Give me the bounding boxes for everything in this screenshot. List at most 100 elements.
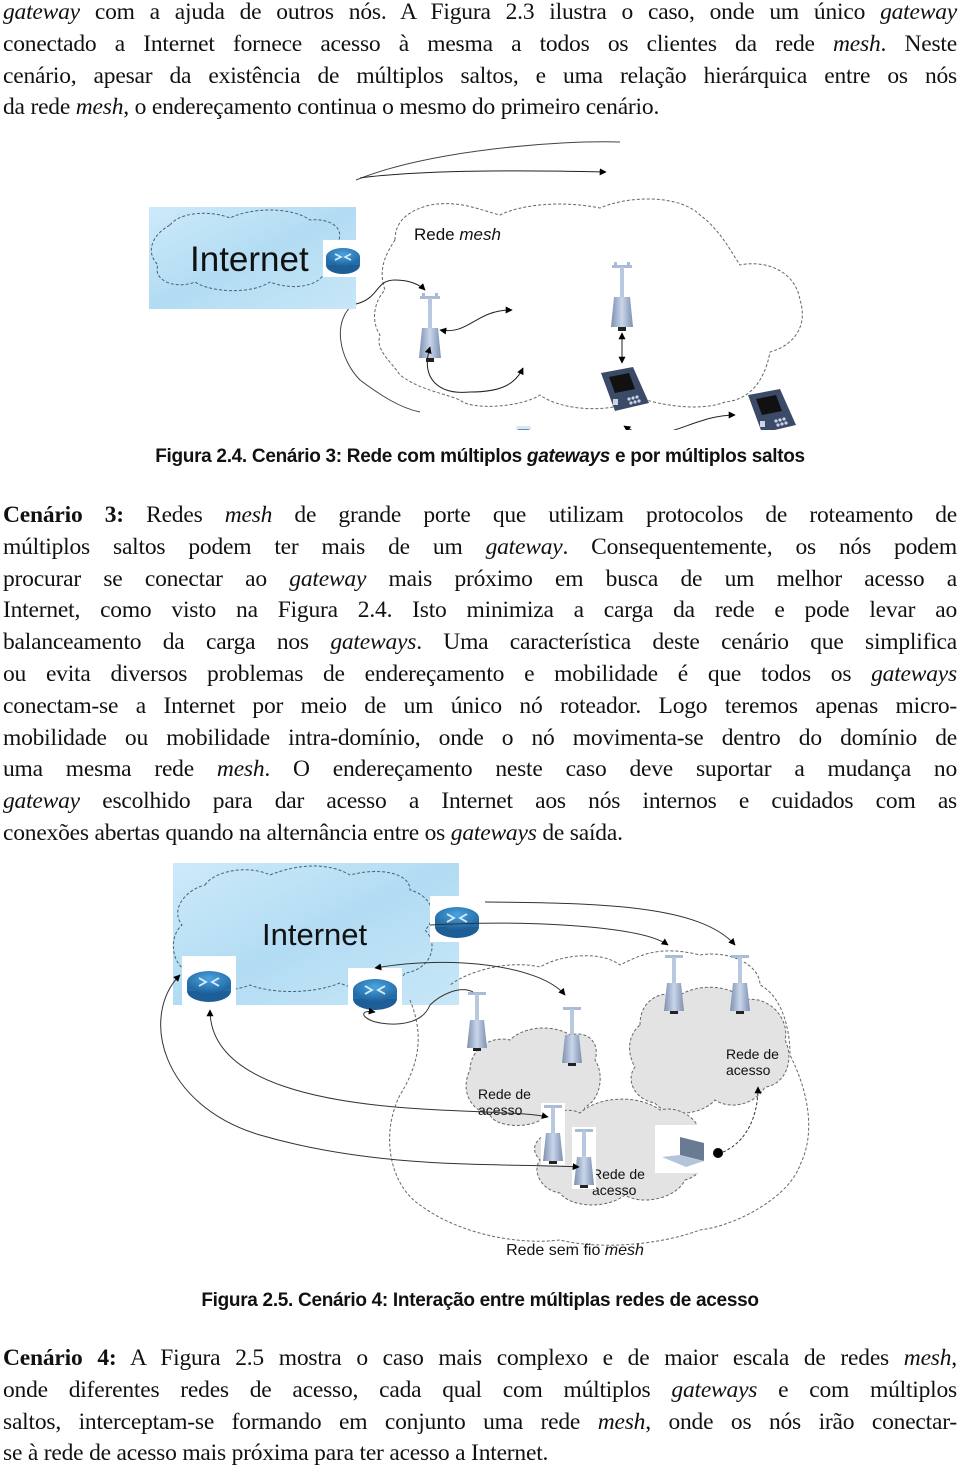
italic-term: gateway [880, 0, 957, 25]
italic-term: mesh [216, 756, 265, 783]
text-line: se à rede de acesso mais próxima para te… [3, 1438, 957, 1470]
text-run: escolhido para dar acesso a Internet aos… [79, 788, 957, 815]
access-network-label: acesso [726, 1062, 771, 1078]
text-run: saltos, interceptam-se formando em conju… [3, 1408, 598, 1435]
italic-term: mesh [597, 1408, 646, 1435]
italic-term: gateway [3, 788, 80, 815]
italic-term: gateways [330, 629, 417, 656]
node-dot [713, 1148, 723, 1158]
router-icon [430, 896, 484, 942]
tower-icon [730, 955, 750, 1014]
text-line: gateway escolhido para dar acesso a Inte… [3, 786, 957, 818]
text-run: procurar se conectar ao [3, 565, 290, 592]
caption-text: Figura 2.4. Cenário 3: Rede com múltiplo… [155, 446, 527, 467]
text-line: ou evita diversos problemas de endereçam… [3, 659, 957, 691]
text-line: mobilidade ou mobilidade intra-domínio, … [3, 723, 957, 755]
text-run: conectam-se a Internet por meio de um ún… [3, 692, 957, 719]
mesh-label: Rede mesh [414, 225, 501, 244]
text-run: conexões abertas quando na alternância e… [3, 819, 451, 846]
text-run: . Neste [880, 30, 958, 57]
text-line: da rede mesh, o endereçamento continua o… [3, 92, 957, 124]
text-run: Redes [123, 502, 225, 528]
phone-icon [516, 426, 531, 430]
text-run: uma mesma rede [3, 756, 217, 783]
italic-term: gateway [485, 533, 563, 560]
tower-icon [541, 1103, 565, 1165]
tower-icon [664, 955, 684, 1014]
bold-label: Cenário 3: [3, 502, 124, 528]
text-line: cenário, apesar da existência de múltipl… [3, 61, 957, 93]
tower-icon [572, 1127, 596, 1189]
text-run: , onde os nós irão conectar- [645, 1408, 958, 1435]
text-line: Internet, como visto na Figura 2.4. Isto… [3, 595, 957, 627]
text-line: Cenário 4: A Figura 2.5 mostra o caso ma… [3, 1343, 957, 1375]
tower-icon [419, 293, 441, 362]
caption-italic: gateways [526, 446, 611, 467]
text-run: cenário, apesar da existência de múltipl… [3, 62, 957, 89]
text-run: conectado a Internet fornece acesso à me… [3, 30, 834, 57]
text-run: . O endereçamento neste caso deve suport… [264, 756, 957, 783]
italic-term: mesh [833, 30, 881, 57]
figure-2-4-caption: Figura 2.4. Cenário 3: Rede com múltiplo… [0, 446, 960, 468]
text-line: conectado a Internet fornece acesso à me… [3, 29, 957, 61]
text-line: onde diferentes redes de acesso, cada qu… [3, 1375, 957, 1407]
italic-term: gateway [3, 0, 80, 25]
pda-icon [748, 389, 796, 430]
text-run: , [951, 1345, 957, 1371]
text-run: mais próximo em busca de um melhor acess… [366, 565, 958, 592]
italic-term: mesh [903, 1345, 952, 1371]
figure-2-4-diagram: Internet Rede mesh [149, 141, 803, 430]
access-network-label: acesso [592, 1182, 637, 1198]
text-line: gateway com a ajuda de outros nós. A Fig… [3, 0, 957, 29]
text-line: Cenário 3: Redes mesh de grande porte qu… [3, 500, 957, 532]
text-run: de saída. [536, 819, 623, 846]
text-line: balanceamento da carga nos gateways. Uma… [3, 627, 957, 659]
router-icon [182, 956, 236, 1006]
figure-2-5-caption: Figura 2.5. Cenário 4: Interação entre m… [0, 1290, 960, 1312]
access-network-label: Rede de [592, 1166, 645, 1182]
text-run: da rede [3, 94, 76, 121]
figure-2-5: Internet Rede de acesso Rede de acesso R… [0, 855, 960, 1265]
text-run: mobilidade ou mobilidade intra-domínio, … [3, 724, 957, 751]
text-line: procurar se conectar ao gateway mais pró… [3, 564, 957, 596]
caption-text: e por múltiplos saltos [610, 446, 805, 467]
text-line: conectam-se a Internet por meio de um ún… [3, 691, 957, 723]
text-run: com a ajuda de outros nós. A Figura 2.3 … [79, 0, 881, 25]
italic-term: gateways [450, 819, 537, 846]
italic-term: gateway [289, 565, 367, 592]
caption-text: Figura 2.5. Cenário 4: Interação entre m… [201, 1290, 759, 1311]
text-run: Internet, como visto na Figura 2.4. Isto… [3, 597, 957, 624]
figure-2-4: Internet Rede mesh [0, 130, 960, 430]
text-run: e com múltiplos [757, 1376, 957, 1403]
internet-label: Internet [190, 240, 309, 279]
text-run: se à rede de acesso mais próxima para te… [3, 1440, 549, 1467]
mesh-label: Rede sem fio mesh [506, 1242, 644, 1259]
router-icon [348, 968, 402, 1014]
text-run: , o endereçamento continua o mesmo do pr… [123, 94, 660, 121]
router-icon [323, 240, 368, 277]
text-line: saltos, interceptam-se formando em conju… [3, 1407, 957, 1439]
scenario-3-paragraph: Cenário 3: Redes mesh de grande porte qu… [3, 500, 957, 850]
text-line: múltiplos saltos podem ter mais de um ga… [3, 532, 957, 564]
tower-icon [467, 992, 487, 1051]
italic-term: mesh [75, 94, 124, 121]
pda-icon [601, 367, 649, 411]
access-network-label: acesso [478, 1102, 523, 1118]
figure-2-5-diagram: Internet Rede de acesso Rede de acesso R… [160, 863, 810, 1259]
access-network-label: Rede de [726, 1046, 779, 1062]
gateway-tower-icon [611, 262, 633, 331]
access-network-label: Rede de [478, 1086, 531, 1102]
text-run: . Uma característica deste cenário que s… [416, 629, 957, 656]
scenario-4-paragraph: Cenário 4: A Figura 2.5 mostra o caso ma… [3, 1343, 957, 1470]
text-run: onde diferentes redes de acesso, cada qu… [3, 1376, 672, 1403]
text-run: de grande porte que utilizam protocolos … [272, 502, 957, 528]
italic-term: mesh [224, 502, 273, 528]
internet-label: Internet [262, 917, 368, 952]
text-run: A Figura 2.5 mostra o caso mais complexo… [116, 1345, 904, 1371]
links [355, 168, 736, 430]
bold-label: Cenário 4: [3, 1345, 117, 1371]
italic-term: gateways [671, 1376, 758, 1403]
intro-paragraph: gateway com a ajuda de outros nós. A Fig… [3, 0, 957, 124]
tower-icon [562, 1007, 582, 1066]
text-line: conexões abertas quando na alternância e… [3, 818, 957, 850]
